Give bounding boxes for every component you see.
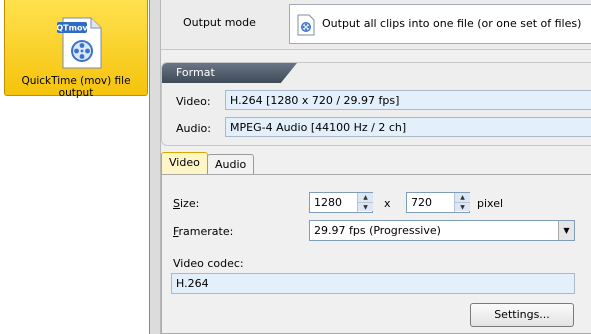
chevron-down-icon[interactable]: ▼ <box>558 221 574 240</box>
icon-badge-text: QTmov <box>57 24 88 33</box>
preset-list: QTmov QuickTime (mov) file output <box>0 0 150 334</box>
size-label: Size: <box>173 197 200 210</box>
height-stepper[interactable]: 720 ▲ ▼ <box>406 192 470 213</box>
height-value: 720 <box>411 196 432 209</box>
format-audio-value: MPEG-4 Audio [44100 Hz / 2 ch] <box>230 121 407 134</box>
framerate-value: 29.97 fps (Progressive) <box>314 224 441 237</box>
format-audio-label: Audio: <box>176 122 211 135</box>
tab-video[interactable]: Video <box>161 152 208 175</box>
format-audio-field: MPEG-4 Audio [44100 Hz / 2 ch] <box>225 117 591 137</box>
tab-video-label: Video <box>169 156 200 169</box>
height-up-button[interactable]: ▲ <box>455 193 470 202</box>
quicktime-file-icon: QTmov <box>57 17 102 69</box>
size-unit: pixel <box>477 197 504 210</box>
settings-panel: Output mode Output all clips into one fi… <box>161 0 591 334</box>
format-video-field: H.264 [1280 x 720 / 29.97 fps] <box>225 90 591 110</box>
format-video-value: H.264 [1280 x 720 / 29.97 fps] <box>230 94 400 107</box>
format-video-label: Video: <box>176 95 211 108</box>
width-up-button[interactable]: ▲ <box>358 193 373 202</box>
framerate-label: Framerate: <box>173 225 234 238</box>
width-value: 1280 <box>314 196 342 209</box>
tab-audio[interactable]: Audio <box>207 154 255 175</box>
settings-button[interactable]: Settings... <box>470 303 574 327</box>
tab-audio-label: Audio <box>215 158 247 171</box>
output-mode-label: Output mode <box>183 16 256 29</box>
size-separator: x <box>384 197 391 210</box>
width-down-button[interactable]: ▼ <box>358 202 373 211</box>
video-codec-value: H.264 <box>176 277 209 290</box>
format-header: Format <box>162 63 297 83</box>
output-mode-selector[interactable]: Output all clips into one file (or one s… <box>289 4 591 44</box>
file-film-icon <box>297 14 315 36</box>
format-header-label: Format <box>176 66 215 79</box>
preset-label: QuickTime (mov) file output <box>21 75 131 99</box>
format-section: Format Video: H.264 [1280 x 720 / 29.97 … <box>161 62 591 146</box>
video-codec-label: Video codec: <box>173 257 244 270</box>
video-tab-panel: Size: 1280 ▲ ▼ x 720 ▲ ▼ pixel Framerate… <box>161 174 591 334</box>
width-stepper[interactable]: 1280 ▲ ▼ <box>309 192 373 213</box>
height-down-button[interactable]: ▼ <box>455 202 470 211</box>
video-codec-field: H.264 <box>171 273 575 294</box>
preset-quicktime-mov[interactable]: QTmov QuickTime (mov) file output <box>4 0 148 99</box>
panel-divider[interactable] <box>150 0 161 334</box>
output-mode-section: Output mode Output all clips into one fi… <box>161 0 591 50</box>
framerate-select[interactable]: 29.97 fps (Progressive) ▼ <box>309 220 575 241</box>
output-mode-value: Output all clips into one file (or one s… <box>322 17 582 30</box>
